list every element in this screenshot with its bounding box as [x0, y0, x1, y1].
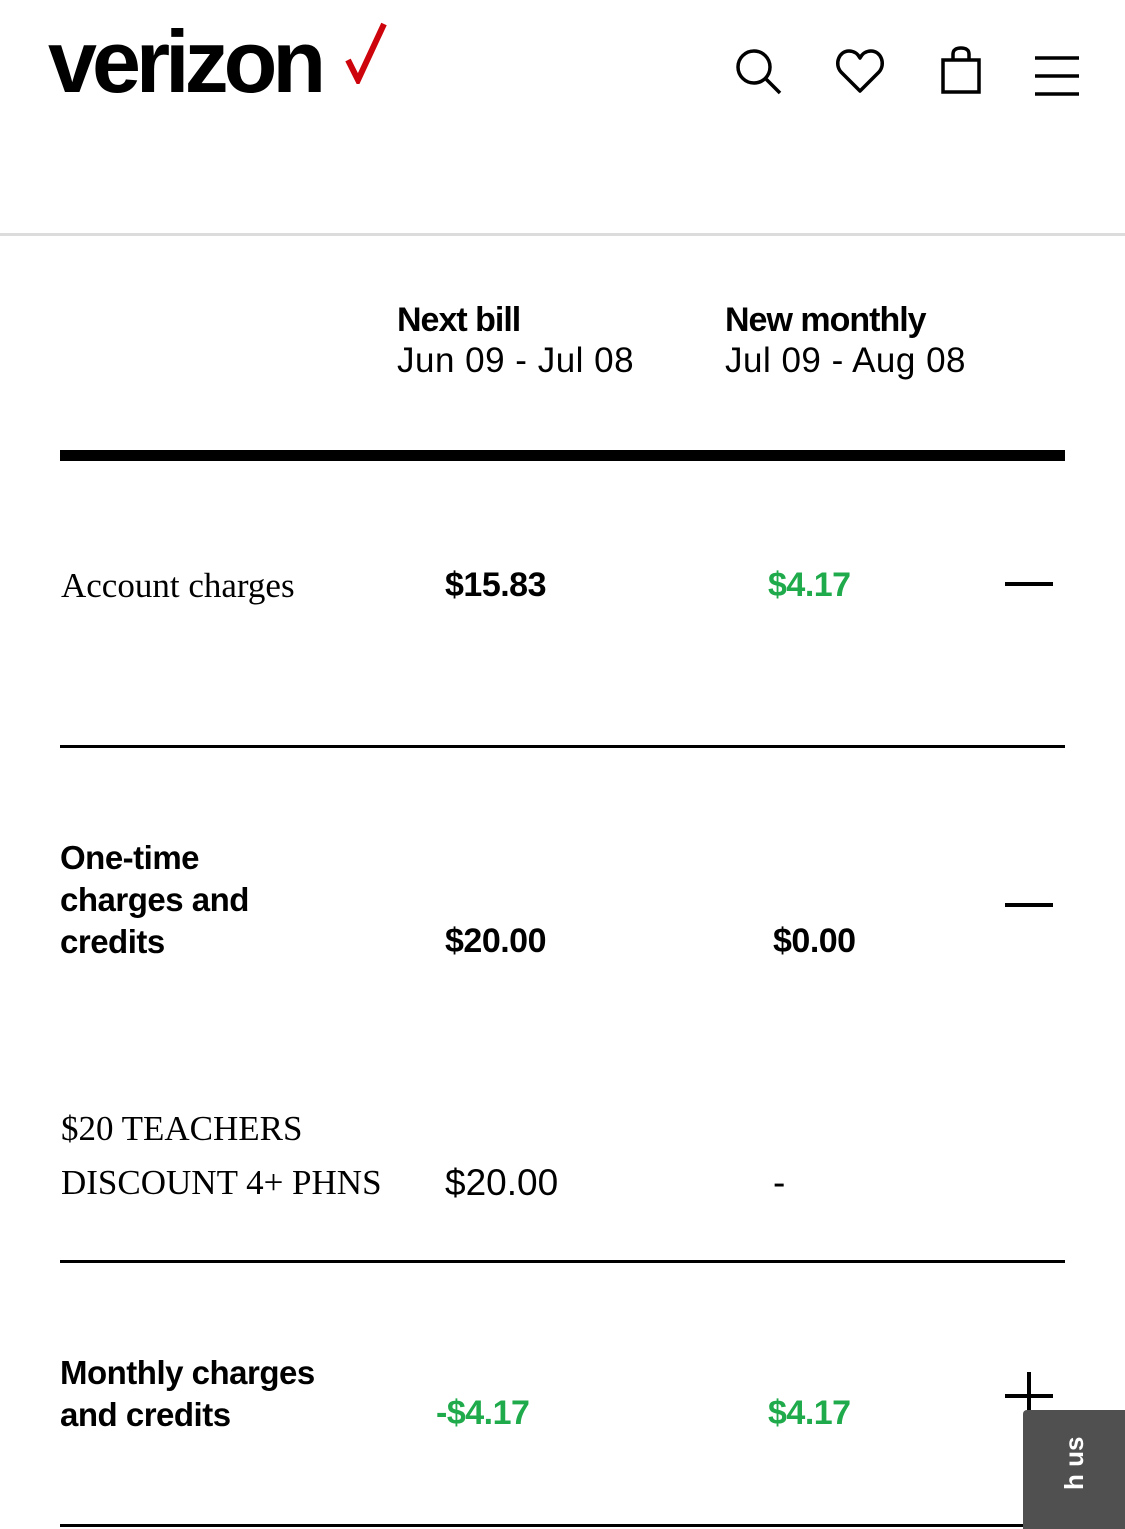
heart-icon[interactable] [835, 46, 885, 96]
collapse-one-time-charges-icon[interactable] [1005, 881, 1053, 929]
monthly-charges-label-line: and credits [60, 1396, 231, 1433]
teachers-discount-next-bill: $20.00 [445, 1162, 559, 1203]
new-monthly-dates: Jul 09 - Aug 08 [725, 341, 966, 380]
teachers-discount-label: $20 TEACHERS DISCOUNT 4+ PHNS [61, 1102, 382, 1210]
row-divider [60, 1524, 1065, 1527]
verizon-logo[interactable]: verizon [48, 18, 326, 106]
monthly-charges-label-line: Monthly charges [60, 1354, 315, 1391]
one-time-charges-new-monthly: $0.00 [773, 922, 856, 960]
one-time-charges-label-line: One-time [60, 839, 200, 876]
teachers-discount-new-monthly: - [773, 1162, 786, 1203]
chat-tab-label: h us [1059, 1436, 1089, 1490]
monthly-charges-next-bill: -$4.17 [436, 1394, 530, 1432]
next-bill-column-header: Next bill Jun 09 - Jul 08 [397, 300, 634, 382]
one-time-charges-label-line: charges and [60, 881, 249, 918]
monthly-charges-new-monthly: $4.17 [768, 1394, 851, 1432]
menu-icon[interactable] [1035, 55, 1079, 99]
account-charges-new-monthly: $4.17 [768, 566, 851, 604]
chat-with-us-tab[interactable]: h us [1023, 1410, 1125, 1529]
next-bill-title: Next bill [397, 301, 521, 339]
table-header-divider [60, 450, 1065, 461]
verizon-check-icon [345, 22, 387, 84]
row-divider [60, 1260, 1065, 1263]
new-monthly-column-header: New monthly Jul 09 - Aug 08 [725, 300, 966, 382]
one-time-charges-label: One-time charges and credits [60, 837, 249, 963]
teachers-discount-label-line: DISCOUNT 4+ PHNS [61, 1163, 382, 1202]
row-divider [60, 745, 1065, 748]
one-time-charges-next-bill: $20.00 [445, 922, 547, 960]
shopping-bag-icon[interactable] [936, 46, 986, 96]
monthly-charges-label: Monthly charges and credits [60, 1352, 315, 1436]
account-charges-label: Account charges [61, 566, 295, 605]
collapse-account-charges-icon[interactable] [1005, 560, 1053, 608]
next-bill-dates: Jun 09 - Jul 08 [397, 341, 635, 380]
search-icon[interactable] [733, 46, 783, 96]
account-charges-next-bill: $15.83 [445, 566, 547, 604]
teachers-discount-label-line: $20 TEACHERS [61, 1109, 303, 1148]
header-divider [0, 233, 1125, 236]
new-monthly-title: New monthly [725, 301, 927, 339]
one-time-charges-label-line: credits [60, 923, 165, 960]
